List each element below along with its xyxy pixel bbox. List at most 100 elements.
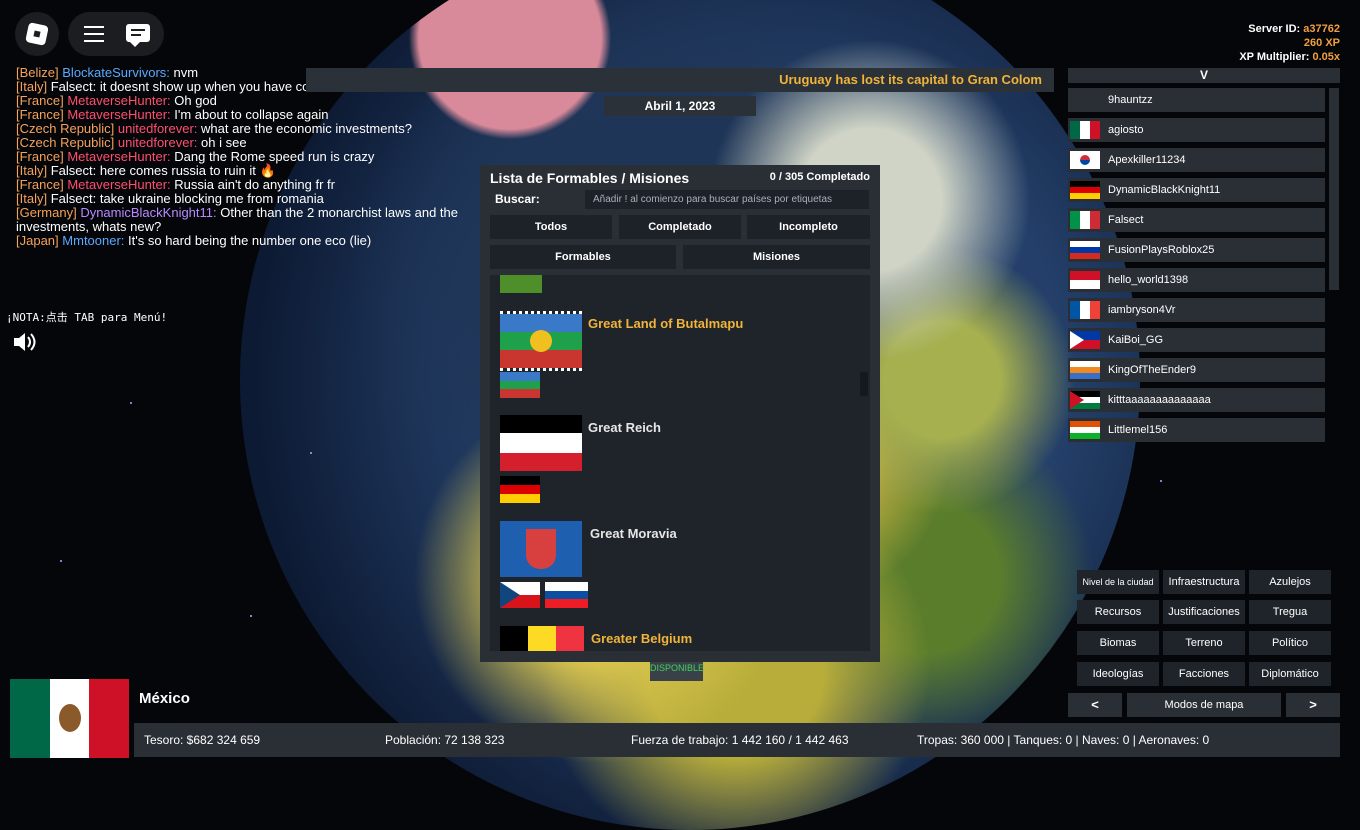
military-stat: Tropas: 360 000 | Tanques: 0 | Naves: 0 … (917, 733, 1210, 747)
chat-line: [France] MetaverseHunter: Oh god (16, 93, 217, 108)
required-country-flag (500, 582, 540, 608)
map-mode-label: Modos de mapa (1127, 693, 1281, 717)
chat-icon[interactable] (126, 24, 150, 47)
country-name: México (139, 690, 190, 707)
chat-log: [Belize] BlockateSurvivors: nvm [Italy] … (16, 66, 476, 248)
xp-multiplier-label: XP Multiplier: (1239, 51, 1310, 63)
formables-list[interactable]: Great Land of Butalmapu Great Reich Grea… (490, 275, 870, 651)
chat-line: [Italy] Falsect: take ukraine blocking m… (16, 191, 324, 206)
russia-flag (1070, 241, 1100, 259)
player-row[interactable]: iambryson4Vr (1068, 298, 1325, 322)
workforce-stat: Fuerza de trabajo: 1 442 160 / 1 442 463 (631, 733, 849, 747)
great-moravia-flag (500, 521, 582, 577)
chat-line: [France] MetaverseHunter: Russia ain't d… (16, 177, 335, 192)
formable-name[interactable]: Greater Belgium (591, 631, 692, 646)
formable-name[interactable]: Great Moravia (590, 526, 677, 541)
player-row[interactable]: Apexkiller11234 (1068, 148, 1325, 172)
player-row[interactable]: FusionPlaysRoblox25 (1068, 238, 1325, 262)
map-mode-political[interactable]: Político (1249, 631, 1331, 655)
player-row[interactable]: Littlemel156 (1068, 418, 1325, 442)
tab-formables[interactable]: Formables (490, 245, 676, 269)
player-row[interactable]: DynamicBlackKnight11 (1068, 178, 1325, 202)
filter-incompleto-button[interactable]: Incompleto (747, 215, 870, 239)
map-mode-tiles[interactable]: Azulejos (1249, 570, 1331, 594)
speaker-icon[interactable] (12, 331, 38, 353)
population-stat: Población: 72 138 323 (385, 733, 505, 747)
formable-name[interactable]: Great Land of Butalmapu (588, 316, 743, 331)
star (60, 560, 62, 562)
map-mode-truce[interactable]: Tregua (1249, 600, 1331, 624)
server-info: Server ID: a37762 260 XP XP Multiplier: … (1239, 22, 1340, 64)
formables-panel: Lista de Formables / Misiones 0 / 305 Co… (480, 165, 880, 662)
greater-belgium-flag (500, 626, 584, 651)
map-mode-diplomatic[interactable]: Diplomático (1249, 662, 1331, 686)
player-row[interactable]: agiosto (1068, 118, 1325, 142)
disponible-badge: DISPONIBLE (650, 662, 704, 681)
country-flag[interactable] (10, 679, 130, 758)
formable-name[interactable]: Great Reich (588, 420, 661, 435)
scrollbar-thumb[interactable] (860, 372, 868, 396)
roblox-menu-button[interactable] (15, 12, 59, 56)
map-mode-terrain[interactable]: Terreno (1163, 631, 1245, 655)
great-reich-flag (500, 415, 582, 471)
player-row[interactable]: hello_world1398 (1068, 268, 1325, 292)
player-row[interactable]: KingOfTheEnder9 (1068, 358, 1325, 382)
map-mode-prev-button[interactable]: < (1068, 693, 1122, 717)
germany-flag (1070, 181, 1100, 199)
map-mode-factions[interactable]: Facciones (1163, 662, 1245, 686)
panel-title: Lista de Formables / Misiones (490, 170, 690, 186)
chat-line: [France] MetaverseHunter: Dang the Rome … (16, 149, 375, 164)
required-country-flag (500, 372, 540, 398)
required-country-flag (545, 582, 588, 608)
mexico-flag (1070, 121, 1100, 139)
south-korea-flag (1070, 151, 1100, 169)
stats-bar: Tesoro: $682 324 659 Población: 72 138 3… (134, 723, 1340, 757)
chat-line: [Japan] Mmtooner: It's so hard being the… (16, 233, 372, 248)
chat-line: [Italy] Falsect: here comes russia to ru… (16, 163, 276, 178)
required-country-flag (500, 476, 540, 503)
search-label: Buscar: (495, 192, 540, 206)
map-mode-next-button[interactable]: > (1286, 693, 1340, 717)
player-row[interactable]: Falsect (1068, 208, 1325, 232)
completion-count: 0 / 305 Completado (769, 171, 870, 183)
player-row[interactable]: kitttaaaaaaaaaaaaaa (1068, 388, 1325, 412)
map-mode-infrastructure[interactable]: Infraestructura (1163, 570, 1245, 594)
roblox-logo-icon (25, 22, 49, 46)
chat-line: [Czech Republic] unitedforever: what are… (16, 121, 413, 136)
server-id-label: Server ID: (1248, 23, 1301, 35)
filter-todos-button[interactable]: Todos (490, 215, 612, 239)
map-mode-biomes[interactable]: Biomas (1077, 631, 1159, 655)
player-list-scrollbar[interactable] (1329, 88, 1339, 290)
chat-line: [France] MetaverseHunter: I'm about to c… (16, 107, 329, 122)
butalmapu-flag (500, 311, 582, 371)
xp-multiplier-value: 0.05x (1312, 51, 1340, 63)
map-mode-city-level[interactable]: Nivel de la ciudad (1077, 570, 1159, 594)
hamburger-menu-icon[interactable] (84, 26, 104, 42)
philippines-flag (1070, 331, 1100, 349)
partial-flag (500, 275, 542, 293)
tab-misiones[interactable]: Misiones (683, 245, 870, 269)
player-list-collapse[interactable]: V (1068, 68, 1340, 83)
france-flag (1070, 301, 1100, 319)
italy-flag (1070, 211, 1100, 229)
chat-line: [Czech Republic] unitedforever: oh i see (16, 135, 247, 150)
server-id-value: a37762 (1303, 23, 1340, 35)
niger-flag (1070, 421, 1100, 439)
indonesia-flag (1070, 271, 1100, 289)
star (250, 615, 252, 617)
map-mode-ideologies[interactable]: Ideologías (1077, 662, 1159, 686)
player-row[interactable]: KaiBoi_GG (1068, 328, 1325, 352)
map-mode-justifications[interactable]: Justificaciones (1163, 600, 1245, 624)
game-date: Abril 1, 2023 (604, 96, 756, 116)
news-banner: Uruguay has lost its capital to Gran Col… (306, 68, 1054, 92)
star (310, 452, 312, 454)
map-mode-resources[interactable]: Recursos (1077, 600, 1159, 624)
player-row[interactable]: 9hauntzz (1068, 88, 1325, 112)
star (130, 402, 132, 404)
search-input[interactable]: Añadir ! al comienzo para buscar países … (585, 190, 869, 209)
player-flag (1070, 361, 1100, 379)
jordan-flag (1070, 391, 1100, 409)
filter-completado-button[interactable]: Completado (619, 215, 741, 239)
chat-line: [Germany] DynamicBlackKnight11: Other th… (16, 205, 458, 234)
xp-value: 260 XP (1303, 37, 1340, 49)
